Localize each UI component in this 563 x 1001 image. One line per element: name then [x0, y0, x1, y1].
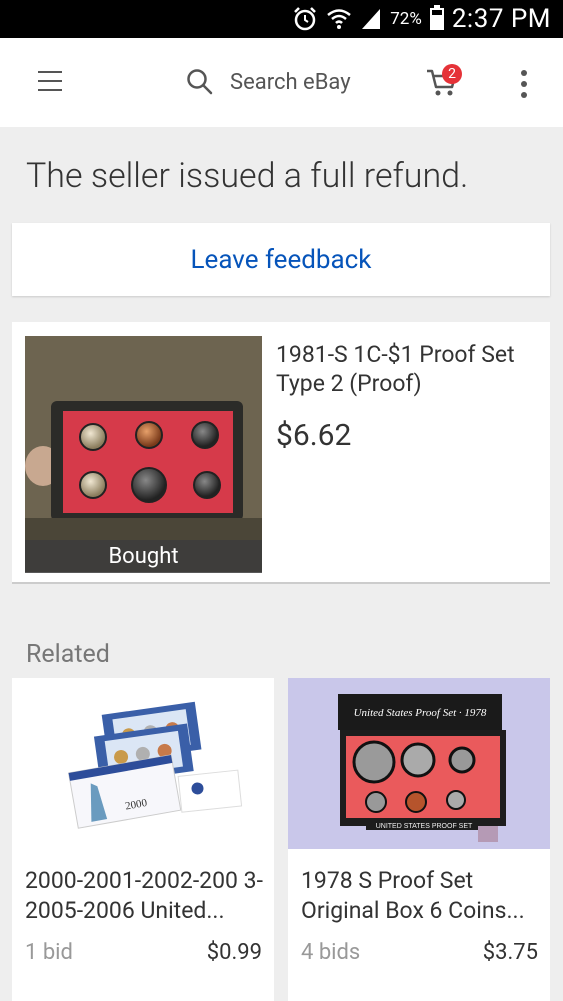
- proof-set-1978-image: United States Proof Set · 1978 UNITED ST…: [288, 678, 550, 849]
- coin-image-part: [79, 471, 107, 499]
- cart-count-badge: 2: [442, 64, 462, 84]
- bought-badge: Bought: [25, 540, 262, 573]
- coin-image-part: [79, 423, 107, 451]
- coin-image-part: [135, 421, 163, 449]
- svg-text:United States Proof Set · 1978: United States Proof Set · 1978: [354, 707, 487, 719]
- related-item-bids: 4 bids: [301, 940, 361, 965]
- alarm-icon: [294, 7, 317, 31]
- status-bar: 72% 2:37 PM: [0, 0, 563, 38]
- battery-percent: 72%: [390, 9, 422, 29]
- leave-feedback-label: Leave feedback: [190, 244, 372, 275]
- app-bar: Search eBay 2: [0, 38, 563, 127]
- purchased-item-card[interactable]: Bought 1981-S 1C-$1 Proof Set Type 2 (Pr…: [12, 322, 550, 584]
- clock: 2:37 PM: [451, 4, 551, 34]
- related-item-image[interactable]: United States Proof Set · 1978 UNITED ST…: [288, 678, 550, 849]
- related-item-price: $3.75: [482, 940, 538, 965]
- hamburger-menu-icon[interactable]: [38, 71, 62, 91]
- related-item-card[interactable]: 2000 2000-2001-2002-200 3-2005-2006 Unit…: [12, 678, 274, 1001]
- related-item-bids: 1 bid: [25, 940, 73, 965]
- search-bar[interactable]: Search eBay: [186, 66, 351, 98]
- related-item-image[interactable]: 2000: [12, 678, 274, 849]
- related-item-title[interactable]: 2000-2001-2002-200 3-2005-2006 United...: [25, 866, 265, 926]
- coin-image-part: [131, 467, 167, 503]
- related-item-title[interactable]: 1978 S Proof Set Original Box 6 Coins...: [301, 866, 541, 926]
- item-price: $6.62: [276, 418, 352, 453]
- svg-text:UNITED STATES PROOF SET: UNITED STATES PROOF SET: [376, 823, 473, 830]
- cart-button[interactable]: 2: [426, 64, 462, 98]
- item-title[interactable]: 1981-S 1C-$1 Proof Set Type 2 (Proof): [276, 340, 546, 398]
- search-placeholder: Search eBay: [230, 69, 351, 95]
- wifi-icon: [327, 9, 352, 29]
- item-image[interactable]: [25, 336, 262, 572]
- leave-feedback-button[interactable]: Leave feedback: [12, 223, 550, 296]
- battery-icon: [429, 5, 444, 30]
- coin-image-part: [191, 421, 219, 449]
- status-icons: 72% 2:37 PM: [292, 0, 551, 38]
- related-heading: Related: [26, 640, 110, 669]
- coin-image-part: [193, 471, 221, 499]
- overflow-menu-icon[interactable]: [521, 70, 529, 98]
- related-item-card[interactable]: United States Proof Set · 1978 UNITED ST…: [288, 678, 550, 1001]
- refund-message: The seller issued a full refund.: [26, 156, 469, 196]
- signal-icon: [362, 9, 381, 29]
- coin-holder-image-part: [63, 411, 233, 513]
- related-item-price: $0.99: [206, 940, 262, 965]
- search-icon: [187, 69, 213, 95]
- proof-set-2000-image: 2000: [56, 690, 243, 848]
